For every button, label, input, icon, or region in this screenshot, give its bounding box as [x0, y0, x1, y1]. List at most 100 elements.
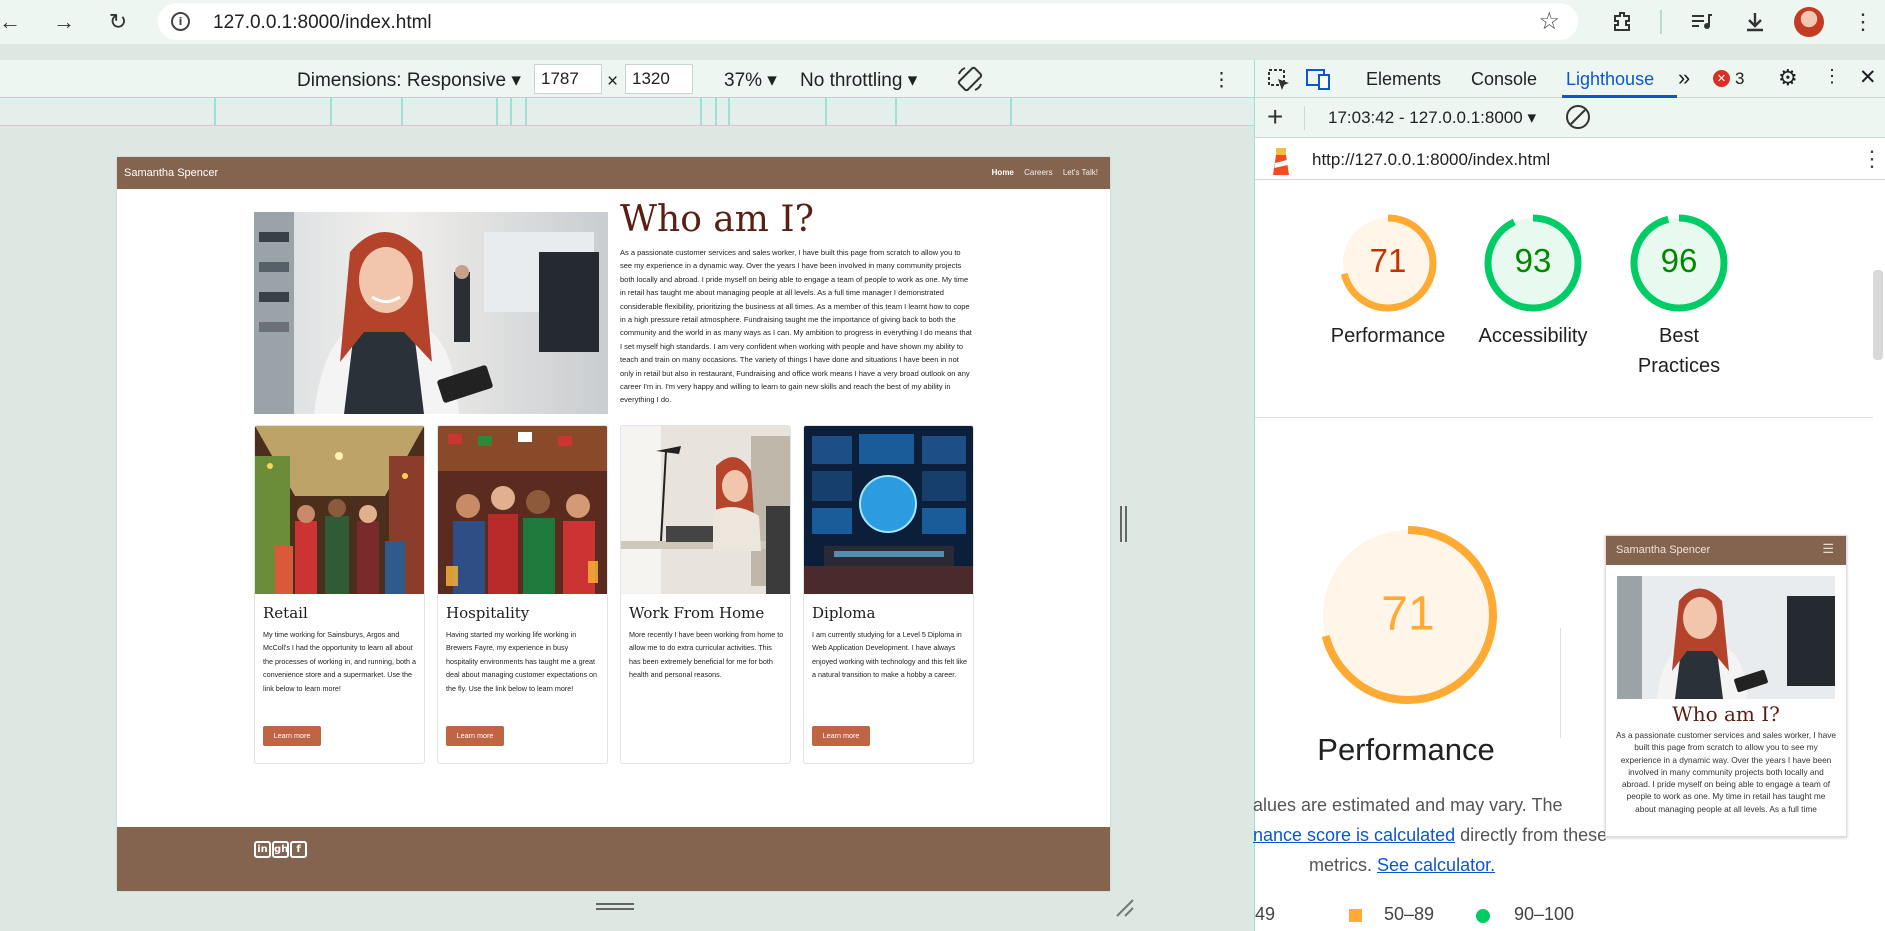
- page-screenshot-thumbnail[interactable]: Samantha Spencer ☰ Who am I? As a passio…: [1605, 535, 1847, 837]
- card-text: Having started my working life working i…: [446, 630, 598, 693]
- thumb-text: As a passionate customer services and sa…: [1616, 730, 1836, 814]
- media-query-marker[interactable]: [700, 98, 702, 125]
- lighthouse-icon: [1270, 145, 1292, 180]
- big-gauge-score-value: 71: [1381, 588, 1434, 641]
- right-resize-handle[interactable]: [1120, 506, 1127, 542]
- metrics-text: metrics.: [1309, 855, 1372, 875]
- report-select[interactable]: 17:03:42 - 127.0.0.1:8000 ▾: [1328, 108, 1536, 128]
- media-query-marker[interactable]: [401, 98, 403, 125]
- error-icon[interactable]: ✕: [1713, 70, 1730, 87]
- media-query-marker[interactable]: [825, 98, 827, 125]
- new-report-icon[interactable]: +: [1267, 101, 1283, 133]
- gauge-label: Accessibility: [1478, 325, 1588, 347]
- settings-gear-icon[interactable]: ⚙: [1778, 65, 1798, 91]
- bookmark-star-icon[interactable]: ☆: [1538, 7, 1560, 36]
- media-query-marker[interactable]: [525, 98, 527, 125]
- more-tabs-icon[interactable]: »: [1678, 65, 1690, 91]
- linkedin-icon[interactable]: in: [254, 841, 271, 858]
- card-image: [438, 426, 607, 594]
- address-bar[interactable]: i 127.0.0.1:8000/index.html ☆: [158, 3, 1578, 40]
- legend-average-square-icon: [1349, 909, 1362, 922]
- media-query-marker[interactable]: [728, 98, 730, 125]
- legend-fail-range: 49: [1255, 904, 1276, 924]
- device-toolbar-menu-icon[interactable]: ⋮: [1212, 69, 1231, 92]
- throttling-dropdown[interactable]: No throttling ▾: [800, 69, 917, 92]
- gauge-score-value: 71: [1369, 242, 1407, 279]
- report-menu-icon[interactable]: ⋮: [1861, 146, 1883, 172]
- score-gauge-accessibility[interactable]: 93 Accessibility: [1479, 213, 1587, 347]
- chrome-menu-icon[interactable]: ⋮: [1848, 8, 1878, 36]
- nav-link-lets-talk[interactable]: Let's Talk!: [1063, 168, 1098, 177]
- media-query-marker[interactable]: [214, 98, 216, 125]
- throttling-label: No throttling: [800, 70, 903, 91]
- media-query-bar[interactable]: [0, 97, 1255, 126]
- learn-more-button[interactable]: Learn more: [812, 726, 870, 746]
- vertical-divider: [1560, 628, 1561, 738]
- facebook-icon[interactable]: f: [290, 841, 307, 858]
- estimate-text-1: alues are estimated and may vary. The: [1253, 795, 1563, 815]
- media-query-marker[interactable]: [715, 98, 717, 125]
- rotate-icon[interactable]: [955, 64, 985, 99]
- hero-text: As a passionate customer services and sa…: [620, 248, 972, 405]
- card-title: Hospitality: [446, 604, 530, 622]
- score-calculated-link[interactable]: nance score is calculated: [1253, 825, 1455, 845]
- legend-pass-range: 90–100: [1514, 904, 1575, 924]
- nav-link-careers[interactable]: Careers: [1024, 168, 1052, 177]
- card-image: [255, 426, 424, 594]
- nav-link-home[interactable]: Home: [992, 168, 1014, 177]
- lighthouse-toolbar: + 17:03:42 - 127.0.0.1:8000 ▾: [1255, 98, 1885, 138]
- tab-console[interactable]: Console: [1471, 69, 1537, 90]
- tab-elements[interactable]: Elements: [1366, 69, 1441, 90]
- profile-avatar[interactable]: [1794, 7, 1824, 37]
- see-calculator-link[interactable]: See calculator.: [1377, 855, 1495, 875]
- card-title: Diploma: [812, 604, 876, 622]
- devtools-tab-bar: Elements Console Lighthouse » ✕ 3 ⚙ ⋮ ✕: [1255, 60, 1885, 98]
- media-query-marker[interactable]: [1010, 98, 1012, 125]
- extensions-icon[interactable]: [1608, 8, 1638, 36]
- corner-resize-icon[interactable]: [1115, 898, 1135, 923]
- media-query-marker[interactable]: [510, 98, 512, 125]
- tab-lighthouse[interactable]: Lighthouse: [1566, 69, 1654, 90]
- report-scrollbar[interactable]: [1873, 270, 1883, 360]
- close-devtools-icon[interactable]: ✕: [1859, 65, 1877, 90]
- report-select-label: 17:03:42 - 127.0.0.1:8000: [1328, 108, 1523, 127]
- forward-icon[interactable]: →: [50, 8, 78, 36]
- site-nav-links: Home Careers Let's Talk!: [984, 168, 1098, 177]
- inspect-element-icon[interactable]: [1267, 68, 1291, 97]
- legend-average-range: 50–89: [1384, 904, 1435, 924]
- card-hospitality: Hospitality Having started my working li…: [437, 425, 608, 764]
- card-image: [804, 426, 973, 594]
- devtools-menu-icon[interactable]: ⋮: [1823, 66, 1841, 87]
- learn-more-button[interactable]: Learn more: [446, 726, 504, 746]
- site-info-icon[interactable]: i: [171, 12, 190, 31]
- media-query-marker[interactable]: [496, 98, 498, 125]
- dimensions-dropdown[interactable]: Dimensions: Responsive ▾: [297, 69, 521, 92]
- address-bar-url[interactable]: 127.0.0.1:8000/index.html: [213, 12, 432, 34]
- media-query-marker[interactable]: [895, 98, 897, 125]
- score-gauge-performance[interactable]: 71 Performance: [1331, 213, 1445, 347]
- thumb-menu-icon: ☰: [1822, 541, 1834, 556]
- report-url[interactable]: http://127.0.0.1:8000/index.html: [1312, 150, 1550, 170]
- thumb-navbar: Samantha Spencer ☰: [1606, 536, 1846, 565]
- device-toolbar: Dimensions: Responsive ▾ 1787 × 1320 37%…: [0, 60, 1255, 98]
- clear-reports-icon[interactable]: [1566, 105, 1590, 129]
- reload-icon[interactable]: ↻: [104, 8, 132, 36]
- score-gauge-best-practices[interactable]: 96 Best Practices: [1629, 213, 1729, 377]
- github-icon[interactable]: gh: [272, 841, 289, 858]
- width-input[interactable]: 1787: [534, 64, 602, 94]
- zoom-dropdown[interactable]: 37% ▾: [724, 69, 777, 92]
- bottom-resize-handle[interactable]: [596, 903, 634, 910]
- error-count[interactable]: 3: [1735, 69, 1744, 89]
- device-toolbar-toggle-icon[interactable]: [1305, 67, 1331, 96]
- card-text: I am currently studying for a Level 5 Di…: [812, 630, 968, 680]
- media-query-marker[interactable]: [330, 98, 332, 125]
- back-icon[interactable]: ←: [0, 8, 24, 36]
- height-input[interactable]: 1320: [625, 64, 693, 94]
- site-footer: in gh f: [117, 827, 1110, 891]
- downloads-icon[interactable]: [1740, 8, 1770, 36]
- site-brand[interactable]: Samantha Spencer: [124, 167, 218, 179]
- media-icon[interactable]: [1686, 8, 1716, 36]
- learn-more-button[interactable]: Learn more: [263, 726, 321, 746]
- toolbar-divider: [1660, 10, 1662, 34]
- estimate-line-2: nance score is calculated directly from …: [1253, 820, 1663, 850]
